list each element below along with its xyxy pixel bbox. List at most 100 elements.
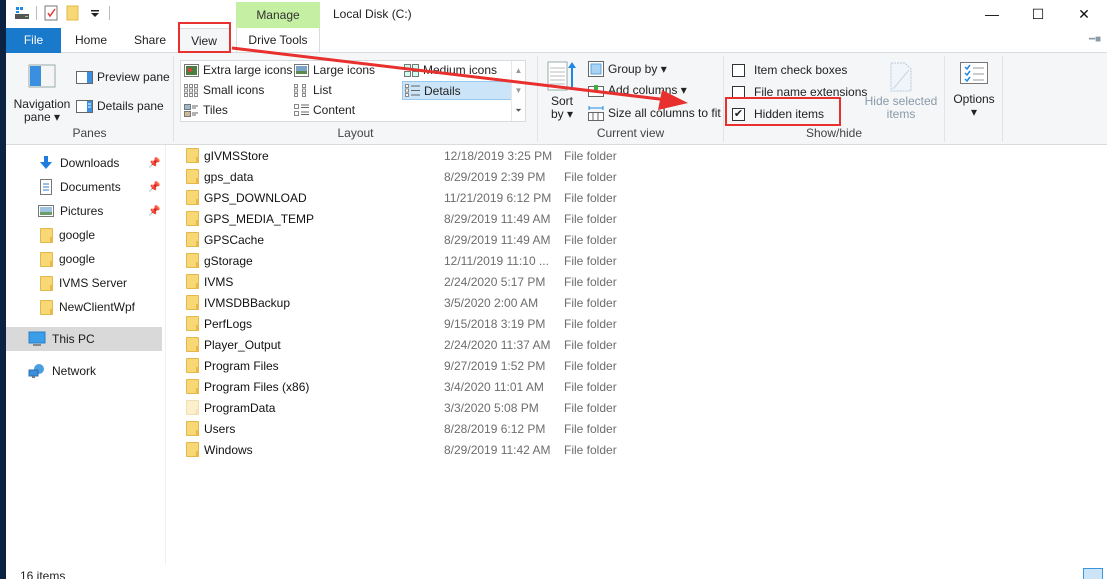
file-row[interactable]: IVMS 2/24/2020 5:17 PM File folder — [170, 271, 1107, 292]
hide-selected-items-button[interactable]: Hide selected items — [864, 62, 938, 121]
tab-share[interactable]: Share — [128, 28, 172, 53]
nav-item-google-2[interactable]: google — [6, 247, 162, 271]
layout-content[interactable]: Content — [294, 103, 355, 117]
file-row[interactable]: Player_Output 2/24/2020 11:37 AM File fo… — [170, 334, 1107, 355]
navigation-pane-button[interactable]: Navigation pane ▾ — [10, 64, 74, 124]
scroll-down-icon[interactable]: ▼ — [515, 86, 523, 95]
folder-icon — [186, 274, 199, 289]
customize-qat-icon[interactable] — [87, 5, 103, 21]
nav-item-downloads[interactable]: Downloads 📌 — [6, 151, 162, 175]
file-row[interactable]: ProgramData 3/3/2020 5:08 PM File folder — [170, 397, 1107, 418]
nav-item-label: Pictures — [60, 204, 104, 218]
nav-item-label: NewClientWpf — [59, 300, 136, 314]
folder-icon — [186, 211, 199, 226]
pin-icon[interactable]: 📌 — [148, 206, 160, 217]
options-icon — [960, 62, 988, 84]
layout-large-icons[interactable]: Large icons — [294, 63, 375, 77]
file-row[interactable]: GPSCache 8/29/2019 11:49 AM File folder — [170, 229, 1107, 250]
preview-pane-icon — [76, 70, 93, 84]
gallery-more-icon[interactable]: ⏷ — [515, 106, 521, 116]
nav-item-network[interactable]: Network — [6, 359, 162, 383]
details-pane-icon — [76, 99, 93, 113]
gallery-scrollbar[interactable]: ▲ ▼ ⏷ — [511, 61, 525, 121]
close-button[interactable]: ✕ — [1061, 0, 1107, 28]
file-row[interactable]: Program Files (x86) 3/4/2020 11:01 AM Fi… — [170, 376, 1107, 397]
file-row[interactable]: IVMSDBBackup 3/5/2020 2:00 AM File folde… — [170, 292, 1107, 313]
details-view-toggle[interactable] — [1083, 568, 1103, 579]
preview-pane-label: Preview pane — [97, 70, 170, 84]
folder-icon — [40, 251, 53, 267]
file-row[interactable]: gps_data 8/29/2019 2:39 PM File folder — [170, 166, 1107, 187]
drive-icon[interactable] — [14, 5, 30, 21]
pin-icon[interactable]: 📌 — [148, 182, 160, 193]
file-row[interactable]: gIVMSStore 12/18/2019 3:25 PM File folde… — [170, 145, 1107, 166]
properties-icon[interactable] — [43, 5, 59, 21]
file-row[interactable]: GPS_MEDIA_TEMP 8/29/2019 11:49 AM File f… — [170, 208, 1107, 229]
new-folder-icon[interactable] — [65, 5, 81, 21]
layout-list[interactable]: List — [294, 83, 332, 97]
layout-medium-icons[interactable]: Medium icons — [404, 63, 497, 77]
group-by-icon — [588, 61, 604, 77]
file-type: File folder — [564, 421, 617, 436]
minimize-button[interactable]: — — [969, 0, 1015, 28]
preview-pane-button[interactable]: Preview pane — [76, 70, 170, 84]
file-date: 8/29/2019 11:49 AM — [444, 232, 551, 247]
file-row[interactable]: Program Files 9/27/2019 1:52 PM File fol… — [170, 355, 1107, 376]
layout-details[interactable]: Details — [402, 81, 512, 100]
item-check-boxes-checkbox[interactable] — [732, 63, 745, 77]
pin-icon[interactable]: 📌 — [148, 158, 160, 169]
file-row[interactable]: GPS_DOWNLOAD 11/21/2019 6:12 PM File fol… — [170, 187, 1107, 208]
file-row[interactable]: Windows 8/29/2019 11:42 AM File folder — [170, 439, 1107, 460]
ribbon: Navigation pane ▾ Preview pane Details p… — [6, 53, 1107, 145]
file-name: IVMS — [204, 274, 234, 289]
folder-icon — [186, 232, 199, 247]
scroll-up-icon[interactable]: ▲ — [515, 66, 523, 75]
tab-file[interactable]: File — [6, 28, 61, 53]
layout-tiles[interactable]: Tiles — [184, 103, 228, 117]
add-columns-button[interactable]: Add columns ▾ — [588, 83, 687, 97]
file-name: Program Files — [204, 358, 279, 373]
extra-large-icons-icon — [184, 63, 199, 77]
navigation-pane: Downloads 📌 Documents 📌 Pictures 📌 googl… — [6, 145, 166, 565]
options-button[interactable]: Options ▾ — [949, 62, 999, 119]
nav-item-documents[interactable]: Documents 📌 — [6, 175, 162, 199]
group-by-button[interactable]: Group by ▾ — [588, 61, 667, 77]
folder-icon — [186, 421, 199, 436]
folder-icon — [186, 169, 199, 184]
pin-ribbon-icon[interactable]: ━■ — [1089, 34, 1101, 45]
group-current-view: Sort by ▾ Group by ▾ Add columns ▾ Size … — [538, 56, 724, 142]
layout-small-icons[interactable]: Small icons — [184, 83, 264, 97]
layout-extra-large-icons[interactable]: Extra large icons — [184, 63, 292, 77]
small-icons-icon — [184, 83, 198, 97]
file-date: 2/24/2020 5:17 PM — [444, 274, 546, 289]
panes-group-label: Panes — [72, 126, 107, 140]
tab-home[interactable]: Home — [68, 28, 114, 53]
file-type: File folder — [564, 316, 617, 331]
navigation-pane-label-2: pane ▾ — [23, 110, 61, 124]
nav-item-pictures[interactable]: Pictures 📌 — [6, 199, 162, 223]
sort-by-button[interactable]: Sort by ▾ — [544, 60, 580, 121]
nav-item-label: google — [59, 228, 96, 242]
file-type: File folder — [564, 295, 617, 310]
item-check-boxes-toggle[interactable]: Item check boxes — [732, 63, 847, 77]
nav-item-google[interactable]: google — [6, 223, 162, 247]
file-name: ProgramData — [204, 400, 276, 415]
tab-drive-tools[interactable]: Drive Tools — [236, 28, 320, 53]
nav-item-this-pc[interactable]: This PC — [6, 327, 162, 351]
file-row[interactable]: Users 8/28/2019 6:12 PM File folder — [170, 418, 1107, 439]
options-caret-icon: ▾ — [970, 105, 978, 119]
file-row[interactable]: gStorage 12/11/2019 11:10 ... File folde… — [170, 250, 1107, 271]
manage-context-tab[interactable]: Manage — [236, 2, 320, 28]
file-date: 2/24/2020 11:37 AM — [444, 337, 551, 352]
file-type: File folder — [564, 442, 617, 457]
nav-item-ivms-server[interactable]: IVMS Server — [6, 271, 162, 295]
size-columns-button[interactable]: Size all columns to fit — [588, 105, 721, 121]
file-row[interactable]: PerfLogs 9/15/2018 3:19 PM File folder — [170, 313, 1107, 334]
maximize-button[interactable]: ☐ — [1015, 0, 1061, 28]
file-name: IVMSDBBackup — [204, 295, 291, 310]
details-pane-button[interactable]: Details pane — [76, 99, 164, 113]
hidden-folder-icon — [186, 400, 199, 415]
nav-item-newclientwpf[interactable]: NewClientWpf — [6, 295, 162, 319]
file-date: 11/21/2019 6:12 PM — [444, 190, 552, 205]
file-name: gps_data — [204, 169, 254, 184]
